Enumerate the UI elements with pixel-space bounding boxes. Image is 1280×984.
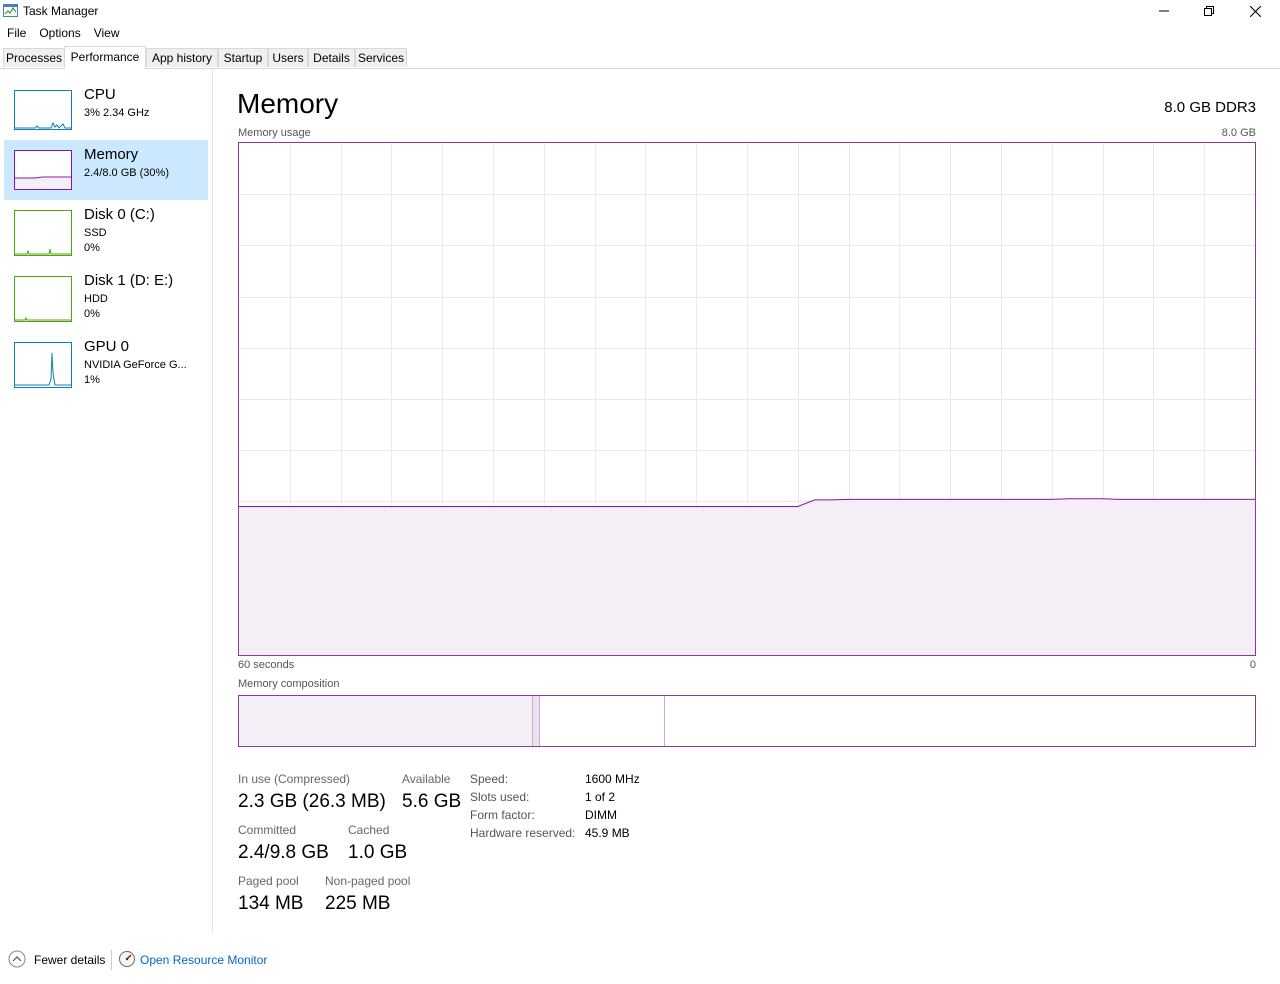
cached-label: Cached xyxy=(348,823,390,837)
sidebar-gpu0-title: GPU 0 xyxy=(84,338,130,355)
available-label: Available xyxy=(402,772,451,786)
close-button[interactable] xyxy=(1232,0,1278,22)
committed-label: Committed xyxy=(238,823,297,837)
sidebar-item-disk1[interactable]: Disk 1 (D: E:) HDD 0% xyxy=(4,266,208,326)
menu-view[interactable]: View xyxy=(87,24,126,42)
slots-used-value: 1 of 2 xyxy=(585,790,616,804)
memory-thumbnail-graph xyxy=(14,150,72,190)
cpu-thumbnail-graph xyxy=(14,90,72,130)
slots-used-label: Slots used: xyxy=(470,790,530,804)
task-manager-icon xyxy=(3,4,18,17)
memory-usage-label: Memory usage xyxy=(238,127,311,139)
time-axis-end: 0 xyxy=(1249,659,1256,671)
disk0-thumbnail-graph xyxy=(14,210,72,256)
title-bar: Task Manager xyxy=(0,0,1280,22)
tab-users[interactable]: Users xyxy=(268,48,308,67)
memory-composition-bar xyxy=(238,695,1256,747)
disk1-thumbnail-graph xyxy=(14,276,72,322)
sidebar-item-cpu[interactable]: CPU 3% 2.34 GHz xyxy=(4,80,208,140)
memory-spec: 8.0 GB DDR3 xyxy=(1164,99,1256,116)
form-factor-label: Form factor: xyxy=(470,808,535,822)
chevron-up-circle-icon xyxy=(8,950,26,968)
menu-options[interactable]: Options xyxy=(32,24,86,42)
sidebar-item-gpu0[interactable]: GPU 0 NVIDIA GeForce G... 1% xyxy=(4,332,208,392)
sidebar-disk0-type: SSD xyxy=(84,227,107,239)
window-title: Task Manager xyxy=(23,4,99,18)
composition-modified xyxy=(532,696,540,746)
tab-services[interactable]: Services xyxy=(355,48,407,67)
sidebar-memory-title: Memory xyxy=(84,146,139,163)
sidebar-disk1-type: HDD xyxy=(84,293,108,305)
non-paged-pool-label: Non-paged pool xyxy=(325,874,411,888)
sidebar-disk1-title: Disk 1 (D: E:) xyxy=(84,272,174,289)
footer-divider xyxy=(111,950,112,970)
page-title: Memory xyxy=(237,88,339,119)
memory-usage-plot xyxy=(239,143,1255,655)
footer-bar: Fewer details Open Resource Monitor xyxy=(0,945,1280,975)
minimize-button[interactable] xyxy=(1141,0,1187,22)
tab-bar: Processes Performance App history Startu… xyxy=(0,46,1280,69)
speed-label: Speed: xyxy=(470,772,509,786)
composition-standby-divider xyxy=(664,696,665,746)
minimize-icon xyxy=(1159,10,1169,12)
hardware-reserved-value: 45.9 MB xyxy=(585,826,630,840)
sidebar-gpu0-usage: 1% xyxy=(84,374,100,386)
restore-button[interactable] xyxy=(1186,0,1232,22)
paged-pool-label: Paged pool xyxy=(238,874,299,888)
paged-pool-value: 134 MB xyxy=(238,893,304,914)
menu-bar: File Options View xyxy=(0,24,126,42)
tab-performance[interactable]: Performance xyxy=(64,46,146,69)
tab-details[interactable]: Details xyxy=(308,48,355,67)
gpu0-thumbnail-graph xyxy=(14,342,72,388)
in-use-label: In use (Compressed) xyxy=(238,772,351,786)
performance-sidebar: CPU 3% 2.34 GHz Memory 2.4/8.0 GB (30%) … xyxy=(0,68,213,932)
available-value: 5.6 GB xyxy=(402,791,462,812)
time-axis-start: 60 seconds xyxy=(238,659,295,671)
open-resource-monitor-link[interactable]: Open Resource Monitor xyxy=(140,953,267,967)
hardware-reserved-label: Hardware reserved: xyxy=(470,826,576,840)
sidebar-item-memory[interactable]: Memory 2.4/8.0 GB (30%) xyxy=(4,140,208,200)
tab-app-history[interactable]: App history xyxy=(146,48,218,67)
form-factor-value: DIMM xyxy=(585,808,617,822)
memory-composition-label: Memory composition xyxy=(238,678,340,690)
composition-in-use xyxy=(239,696,532,746)
memory-usage-max: 8.0 GB xyxy=(1221,127,1256,139)
committed-value: 2.4/9.8 GB xyxy=(238,842,329,863)
menu-file[interactable]: File xyxy=(0,24,32,42)
tab-processes[interactable]: Processes xyxy=(3,48,65,67)
cached-value: 1.0 GB xyxy=(348,842,408,863)
sidebar-item-disk0[interactable]: Disk 0 (C:) SSD 0% xyxy=(4,200,208,260)
sidebar-gpu0-model: NVIDIA GeForce G... xyxy=(84,359,187,371)
sidebar-disk1-usage: 0% xyxy=(84,308,100,320)
close-icon xyxy=(1249,5,1261,17)
sidebar-disk0-title: Disk 0 (C:) xyxy=(84,206,155,223)
memory-usage-graph xyxy=(238,142,1256,656)
sidebar-memory-detail: 2.4/8.0 GB (30%) xyxy=(84,167,169,179)
tab-startup[interactable]: Startup xyxy=(218,48,268,67)
speed-value: 1600 MHz xyxy=(585,772,640,786)
sidebar-disk0-usage: 0% xyxy=(84,242,100,254)
sidebar-cpu-title: CPU xyxy=(84,86,116,103)
non-paged-pool-value: 225 MB xyxy=(325,893,391,914)
fewer-details-label: Fewer details xyxy=(34,953,106,967)
resource-monitor-icon xyxy=(119,951,135,967)
memory-usage-area xyxy=(239,498,1255,655)
sidebar-cpu-detail: 3% 2.34 GHz xyxy=(84,107,150,119)
in-use-value: 2.3 GB (26.3 MB) xyxy=(238,791,386,812)
restore-icon xyxy=(1204,6,1214,16)
